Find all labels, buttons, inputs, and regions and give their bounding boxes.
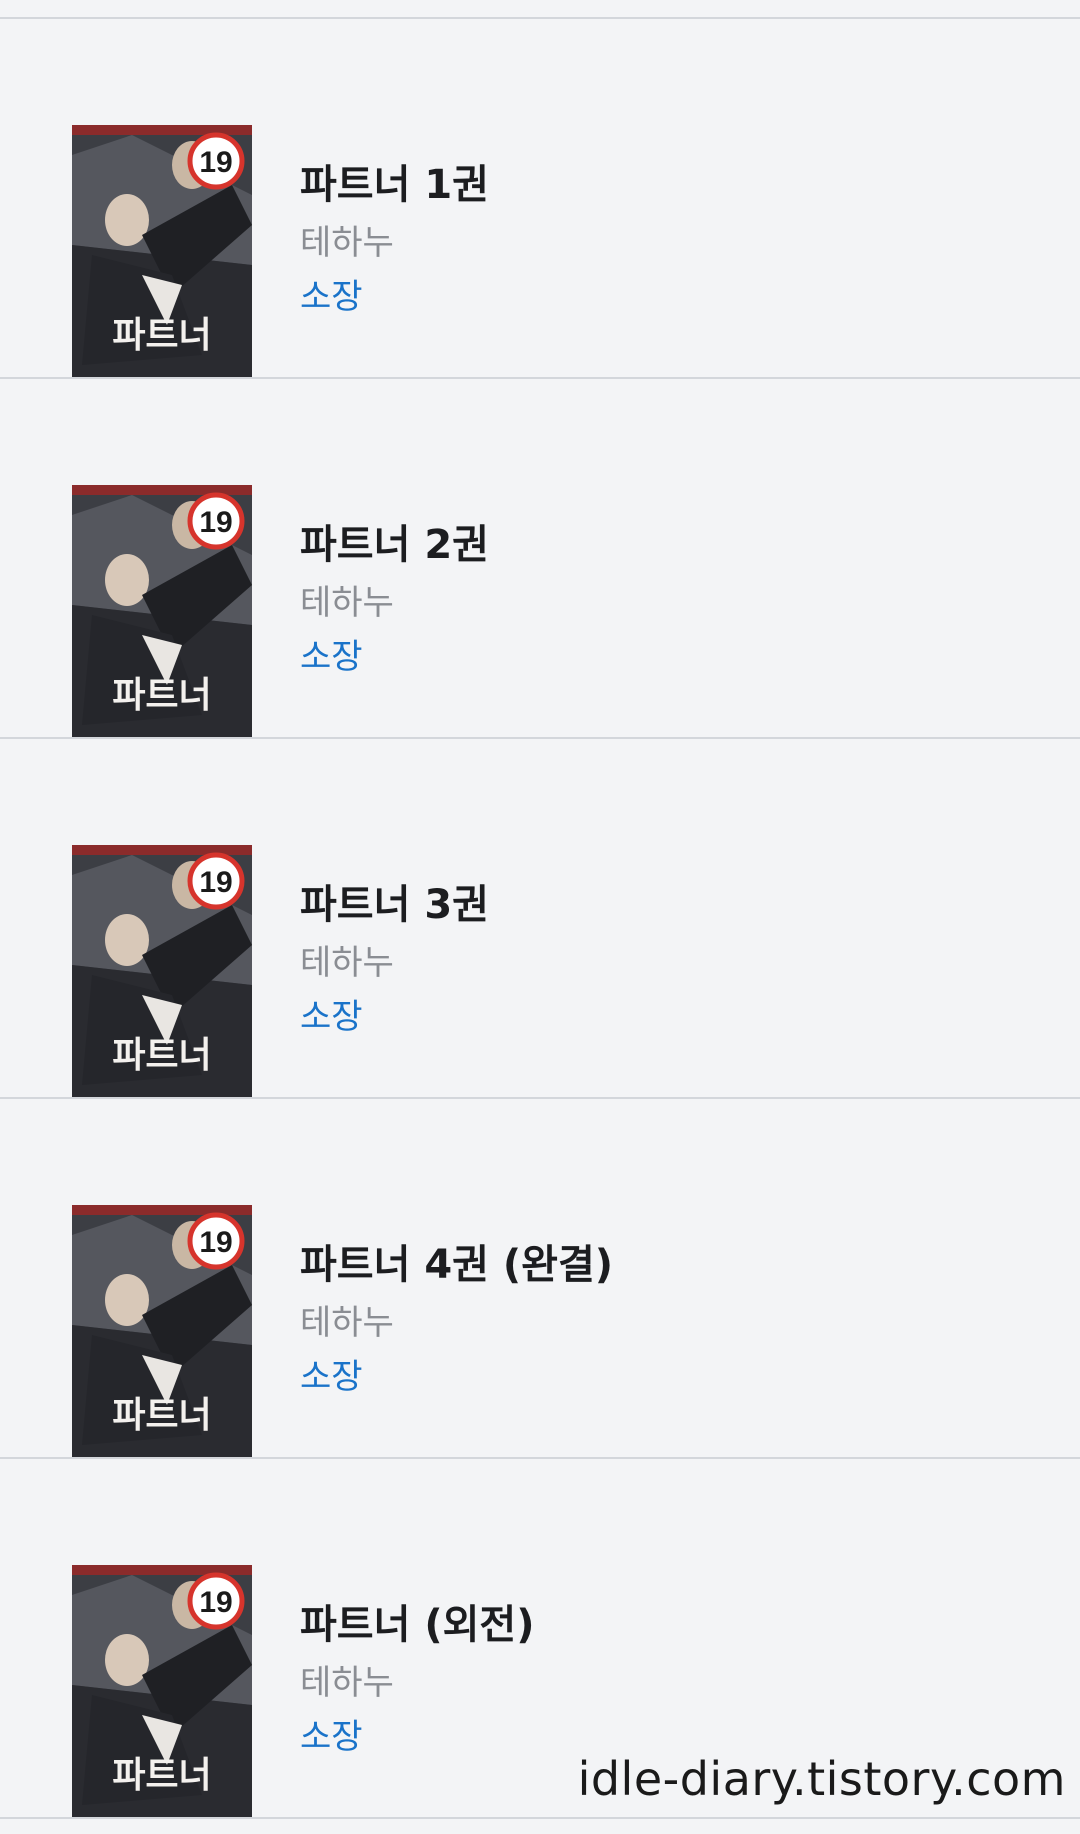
book-author: 테하누 [300,943,394,983]
book-cover[interactable]: 19 파트너 [72,485,252,737]
book-list-item[interactable]: 19 파트너 파트너 3권 테하누 소장 [0,739,1080,1099]
book-list-item[interactable]: 19 파트너 파트너 2권 테하누 소장 [0,379,1080,739]
ownership-status: 소장 [300,997,363,1037]
cover-title: 파트너 [112,314,211,356]
rating-badge: 19 [199,506,232,539]
cover-title: 파트너 [112,674,211,716]
ownership-status: 소장 [300,637,363,677]
book-info: 파트너 4권 (완결) 테하누 소장 [300,1241,613,1397]
book-info: 파트너 1권 테하누 소장 [300,161,489,317]
book-author: 테하누 [300,223,394,263]
rating-badge: 19 [199,1226,232,1259]
book-list-item[interactable]: 19 파트너 파트너 1권 테하누 소장 [0,19,1080,379]
book-list: 19 파트너 파트너 1권 테하누 소장 19 파트너 파트너 2권 테하누 소… [0,19,1080,1819]
book-info: 파트너 (외전) 테하누 소장 [300,1601,535,1757]
book-author: 테하누 [300,1303,394,1343]
book-info: 파트너 2권 테하누 소장 [300,521,489,677]
ownership-status: 소장 [300,1717,363,1757]
cover-title: 파트너 [112,1754,211,1796]
book-cover[interactable]: 19 파트너 [72,1205,252,1457]
ownership-status: 소장 [300,277,363,317]
book-title[interactable]: 파트너 4권 (완결) [300,1241,613,1289]
book-cover[interactable]: 19 파트너 [72,1565,252,1817]
cover-title: 파트너 [112,1394,211,1436]
book-title[interactable]: 파트너 3권 [300,881,489,929]
book-cover[interactable]: 19 파트너 [72,845,252,1097]
rating-badge: 19 [199,866,232,899]
book-author: 테하누 [300,1663,394,1703]
rating-badge: 19 [199,146,232,179]
watermark: idle-diary.tistory.com [577,1752,1066,1806]
book-title[interactable]: 파트너 (외전) [300,1601,535,1649]
book-title[interactable]: 파트너 2권 [300,521,489,569]
rating-badge: 19 [199,1586,232,1619]
book-list-item[interactable]: 19 파트너 파트너 4권 (완결) 테하누 소장 [0,1099,1080,1459]
book-author: 테하누 [300,583,394,623]
ownership-status: 소장 [300,1357,363,1397]
book-cover[interactable]: 19 파트너 [72,125,252,377]
cover-title: 파트너 [112,1034,211,1076]
book-info: 파트너 3권 테하누 소장 [300,881,489,1037]
book-title[interactable]: 파트너 1권 [300,161,489,209]
